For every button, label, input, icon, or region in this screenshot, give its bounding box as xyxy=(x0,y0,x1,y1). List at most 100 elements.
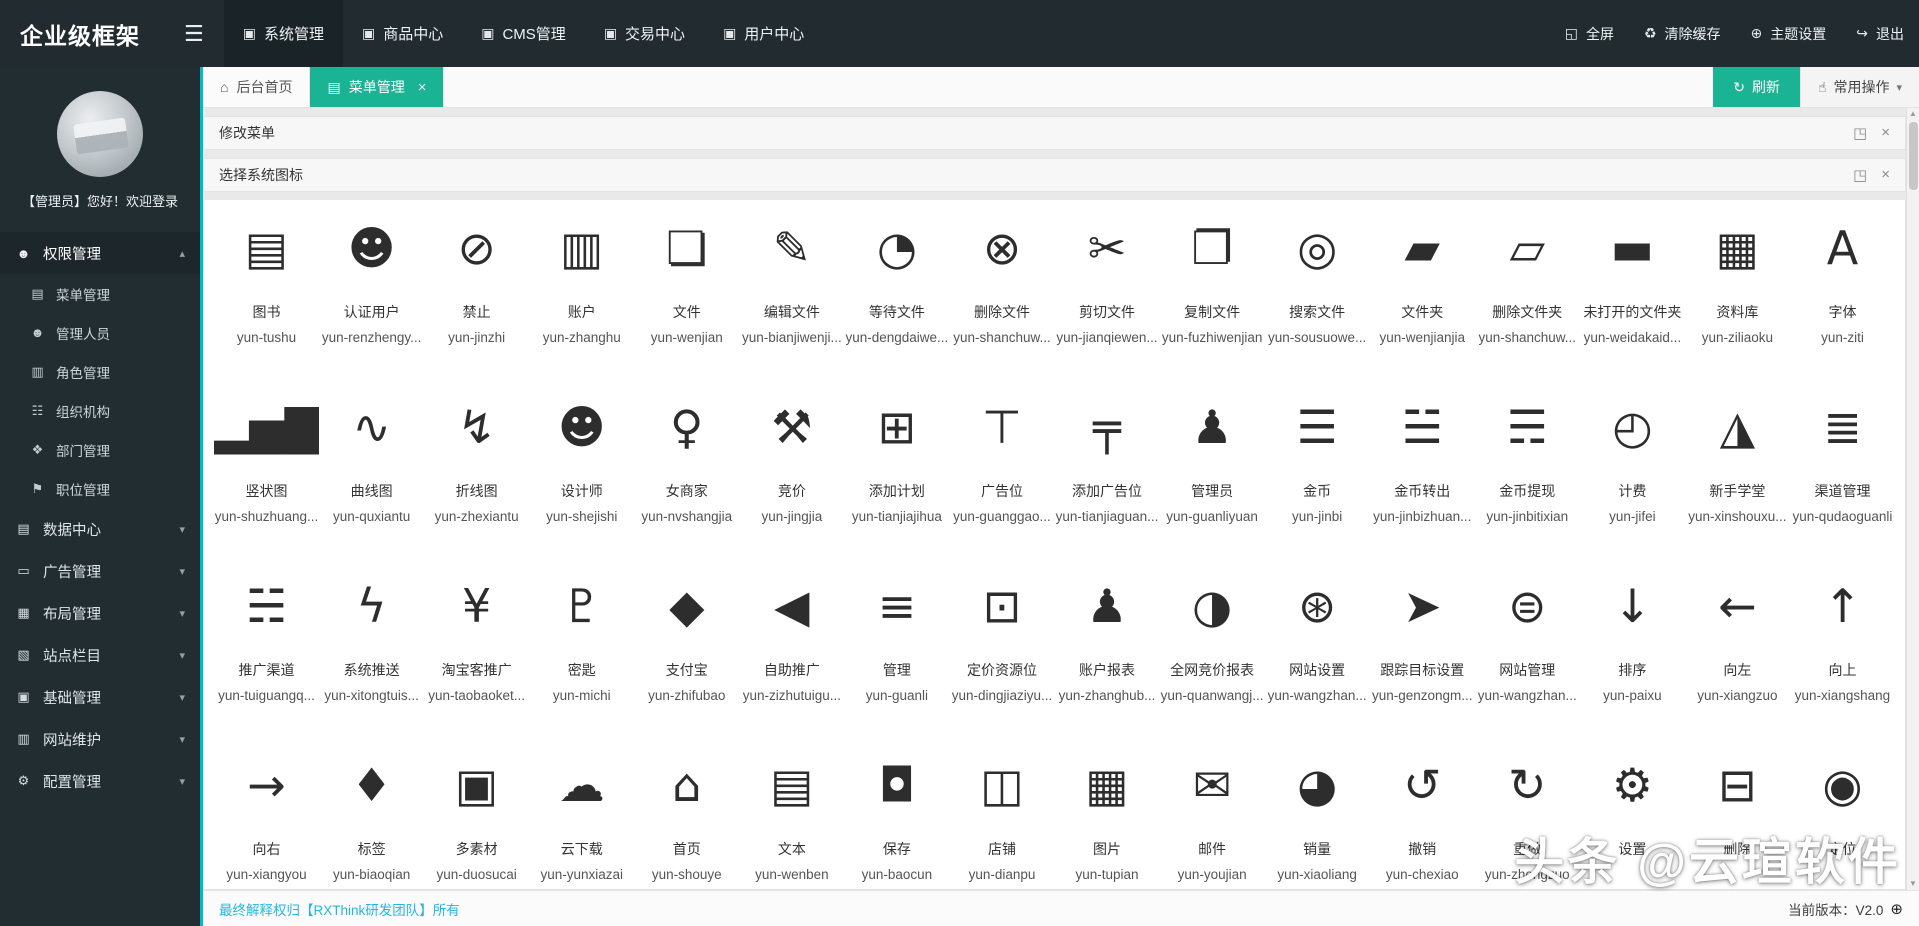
scrollbar-thumb[interactable] xyxy=(1909,122,1918,190)
window-restore-icon[interactable]: ◳ xyxy=(1853,124,1867,142)
icon-item-yun-jingjia[interactable]: ⚒ 竞价 yun-jingjia xyxy=(739,395,844,524)
icon-item-yun-shouye[interactable]: ⌂ 首页 yun-shouye xyxy=(634,753,739,882)
icon-item-yun-genzongm...[interactable]: ➤ 跟踪目标设置 yun-genzongm... xyxy=(1370,574,1475,703)
icon-item-yun-shuzhuang...[interactable]: ▂▅▇ 竖状图 yun-shuzhuang... xyxy=(214,395,319,524)
icon-item-yun-shejishi[interactable]: ☻ 设计师 yun-shejishi xyxy=(529,395,634,524)
sidebar-item-site-maintain[interactable]: ▥ 网站维护 ▾ xyxy=(0,718,200,760)
icon-item-yun-wenben[interactable]: ▤ 文本 yun-wenben xyxy=(739,753,844,882)
footer-copyright-link[interactable]: 最终解释权归【RXThink研发团队】所有 xyxy=(219,899,460,919)
vertical-scrollbar[interactable]: ▲ ▼ xyxy=(1906,108,1919,890)
sidebar-item-permission[interactable]: ☻ 权限管理 ▴ xyxy=(0,232,200,274)
icon-item-yun-shanchuw...[interactable]: ⊗ 删除文件 yun-shanchuw... xyxy=(949,216,1054,345)
icon-item-idx-62[interactable]: ⊟ 删除 xyxy=(1685,753,1790,882)
nav-item-user[interactable]: ▣ 用户中心 xyxy=(704,0,823,67)
icon-item-yun-xinshouxu...[interactable]: ◮ 新手学堂 yun-xinshouxu... xyxy=(1685,395,1790,524)
sidebar-item-config-manage[interactable]: ⚙ 配置管理 ▾ xyxy=(0,760,200,802)
icon-item-yun-quxiantu[interactable]: ∿ 曲线图 yun-quxiantu xyxy=(319,395,424,524)
sidebar-subitem-staff-manage[interactable]: ☻ 管理人员 xyxy=(0,313,200,352)
icon-item-yun-sousuowe...[interactable]: ◎ 搜索文件 yun-sousuowe... xyxy=(1265,216,1370,345)
icon-item-yun-xiangyou[interactable]: → 向右 yun-xiangyou xyxy=(214,753,319,882)
icon-item-yun-tianjiajihua[interactable]: ⊞ 添加计划 yun-tianjiajihua xyxy=(844,395,949,524)
sidebar-subitem-department[interactable]: ❖ 部门管理 xyxy=(0,430,200,469)
icon-item-yun-quanwangj...[interactable]: ◑ 全网竞价报表 yun-quanwangj... xyxy=(1160,574,1265,703)
refresh-button[interactable]: ↻ 刷新 xyxy=(1713,67,1800,107)
icon-item-yun-taobaoket...[interactable]: ¥ 淘宝客推广 yun-taobaoket... xyxy=(424,574,529,703)
icon-item-yun-biaoqian[interactable]: ♦ 标签 yun-biaoqian xyxy=(319,753,424,882)
nav-item-clear-cache[interactable]: ♻ 清除缓存 xyxy=(1629,0,1736,67)
nav-item-system[interactable]: ▣ 系统管理 xyxy=(223,0,343,67)
sidebar-item-base-manage[interactable]: ▣ 基础管理 ▾ xyxy=(0,676,200,718)
nav-item-goods[interactable]: ▣ 商品中心 xyxy=(343,0,462,67)
icon-item-yun-qudaoguanli[interactable]: ≣ 渠道管理 yun-qudaoguanli xyxy=(1790,395,1895,524)
icon-item-yun-renzhengy...[interactable]: ☻ 认证用户 yun-renzhengy... xyxy=(319,216,424,345)
close-icon[interactable]: × xyxy=(1881,124,1890,142)
nav-item-theme[interactable]: ⊕ 主题设置 xyxy=(1736,0,1842,67)
window-restore-icon[interactable]: ◳ xyxy=(1853,166,1867,184)
icon-item-idx-63[interactable]: ◉ 定位 xyxy=(1790,753,1895,882)
icon-item-yun-bianjiwenji...[interactable]: ✎ 编辑文件 yun-bianjiwenji... xyxy=(739,216,844,345)
nav-item-cms[interactable]: ▣ CMS管理 xyxy=(462,0,585,67)
icon-item-yun-jifei[interactable]: ◴ 计费 yun-jifei xyxy=(1580,395,1685,524)
sidebar-subitem-menu-manage[interactable]: ▤ 菜单管理 xyxy=(0,274,200,313)
icon-item-yun-zhongzuo[interactable]: ↻ 重做 yun-zhongzuo xyxy=(1475,753,1580,882)
icon-item-yun-jianqiewen...[interactable]: ✂ 剪切文件 yun-jianqiewen... xyxy=(1055,216,1160,345)
icon-item-yun-paixu[interactable]: ↓ 排序 yun-paixu xyxy=(1580,574,1685,703)
icon-item-idx-61[interactable]: ⚙ 设置 xyxy=(1580,753,1685,882)
sidebar-subitem-role-manage[interactable]: ▥ 角色管理 xyxy=(0,352,200,391)
sidebar-item-layout-manage[interactable]: ▦ 布局管理 ▾ xyxy=(0,592,200,634)
tab-menu[interactable]: ▤ 菜单管理 × xyxy=(310,67,445,107)
icon-item-yun-xitongtuis...[interactable]: ϟ 系统推送 yun-xitongtuis... xyxy=(319,574,424,703)
icon-item-yun-guanliyuan[interactable]: ♟ 管理员 yun-guanliyuan xyxy=(1160,395,1265,524)
icon-item-yun-zhifubao[interactable]: ◆ 支付宝 yun-zhifubao xyxy=(634,574,739,703)
icon-item-yun-guanggao...[interactable]: ⊤ 广告位 yun-guanggao... xyxy=(949,395,1054,524)
icon-item-yun-wangzhan...[interactable]: ⊛ 网站设置 yun-wangzhan... xyxy=(1265,574,1370,703)
icon-item-yun-jinzhi[interactable]: ⊘ 禁止 yun-jinzhi xyxy=(424,216,529,345)
icon-item-yun-tuiguangq...[interactable]: ☵ 推广渠道 yun-tuiguangq... xyxy=(214,574,319,703)
icon-item-yun-dianpu[interactable]: ◫ 店铺 yun-dianpu xyxy=(949,753,1054,882)
tab-home[interactable]: ⌂ 后台首页 xyxy=(203,67,311,107)
icon-item-yun-dingjiaziyu...[interactable]: ⊡ 定价资源位 yun-dingjiaziyu... xyxy=(949,574,1054,703)
icon-item-yun-duosucai[interactable]: ▣ 多素材 yun-duosucai xyxy=(424,753,529,882)
sidebar-subitem-organization[interactable]: ☷ 组织机构 xyxy=(0,391,200,430)
icon-item-yun-xiangzuo[interactable]: ← 向左 yun-xiangzuo xyxy=(1685,574,1790,703)
icon-item-yun-chexiao[interactable]: ↺ 撤销 yun-chexiao xyxy=(1370,753,1475,882)
icon-item-yun-michi[interactable]: ♇ 密匙 yun-michi xyxy=(529,574,634,703)
nav-item-fullscreen[interactable]: ◱ 全屏 xyxy=(1550,0,1629,67)
sidebar-subitem-position[interactable]: ⚑ 职位管理 xyxy=(0,469,200,508)
icon-item-yun-shanchuw...[interactable]: ▱ 删除文件夹 yun-shanchuw... xyxy=(1475,216,1580,345)
icon-item-yun-jinbi[interactable]: ☰ 金币 yun-jinbi xyxy=(1265,395,1370,524)
icon-item-yun-zhanghub...[interactable]: ♟ 账户报表 yun-zhanghub... xyxy=(1055,574,1160,703)
scroll-up-icon[interactable]: ▲ xyxy=(1907,108,1919,120)
sidebar-item-site-column[interactable]: ▧ 站点栏目 ▾ xyxy=(0,634,200,676)
icon-item-yun-youjian[interactable]: ✉ 邮件 yun-youjian xyxy=(1160,753,1265,882)
scroll-down-icon[interactable]: ▼ xyxy=(1907,878,1919,890)
icon-item-yun-yunxiazai[interactable]: ☁ 云下载 yun-yunxiazai xyxy=(529,753,634,882)
icon-item-yun-zhanghu[interactable]: ▥ 账户 yun-zhanghu xyxy=(529,216,634,345)
icon-item-yun-fuzhiwenjian[interactable]: ❐ 复制文件 yun-fuzhiwenjian xyxy=(1160,216,1265,345)
icon-item-yun-jinbizhuan...[interactable]: ☱ 金币转出 yun-jinbizhuan... xyxy=(1370,395,1475,524)
icon-item-yun-tushu[interactable]: ▤ 图书 yun-tushu xyxy=(214,216,319,345)
icon-item-yun-dengdaiwe...[interactable]: ◔ 等待文件 yun-dengdaiwe... xyxy=(844,216,949,345)
icon-item-yun-ziliaoku[interactable]: ▦ 资料库 yun-ziliaoku xyxy=(1685,216,1790,345)
icon-item-yun-ziti[interactable]: A 字体 yun-ziti xyxy=(1790,216,1895,345)
icon-item-yun-zizhutuigu...[interactable]: ◀ 自助推广 yun-zizhutuigu... xyxy=(739,574,844,703)
icon-item-yun-tupian[interactable]: ▦ 图片 yun-tupian xyxy=(1055,753,1160,882)
nav-item-trade[interactable]: ▣ 交易中心 xyxy=(585,0,704,67)
icon-item-yun-baocun[interactable]: ◘ 保存 yun-baocun xyxy=(844,753,949,882)
icon-item-yun-wenjian[interactable]: ❏ 文件 yun-wenjian xyxy=(634,216,739,345)
icon-item-yun-xiangshang[interactable]: ↑ 向上 yun-xiangshang xyxy=(1790,574,1895,703)
icon-item-yun-zhexiantu[interactable]: ↯ 折线图 yun-zhexiantu xyxy=(424,395,529,524)
icon-item-yun-weidakaid...[interactable]: ▬ 未打开的文件夹 yun-weidakaid... xyxy=(1580,216,1685,345)
close-icon[interactable]: × xyxy=(1881,166,1890,184)
icon-item-yun-nvshangjia[interactable]: ♀ 女商家 yun-nvshangjia xyxy=(634,395,739,524)
icon-item-yun-wangzhan...[interactable]: ⊜ 网站管理 yun-wangzhan... xyxy=(1475,574,1580,703)
nav-item-logout[interactable]: ↪ 退出 xyxy=(1841,0,1919,67)
sidebar-item-data-center[interactable]: ▤ 数据中心 ▾ xyxy=(0,508,200,550)
sidebar-item-ad-manage[interactable]: ▭ 广告管理 ▾ xyxy=(0,550,200,592)
icon-item-yun-tianjiaguan...[interactable]: ╤ 添加广告位 yun-tianjiaguan... xyxy=(1055,395,1160,524)
icon-item-yun-wenjianjia[interactable]: ▰ 文件夹 yun-wenjianjia xyxy=(1370,216,1475,345)
common-operations-dropdown[interactable]: ☝ 常用操作 ▾ xyxy=(1799,67,1919,107)
icon-item-yun-xiaoliang[interactable]: ◕ 销量 yun-xiaoliang xyxy=(1265,753,1370,882)
sidebar-toggle-icon[interactable]: ☰ xyxy=(164,0,224,67)
icon-item-yun-jinbitixian[interactable]: ☴ 金币提现 yun-jinbitixian xyxy=(1475,395,1580,524)
